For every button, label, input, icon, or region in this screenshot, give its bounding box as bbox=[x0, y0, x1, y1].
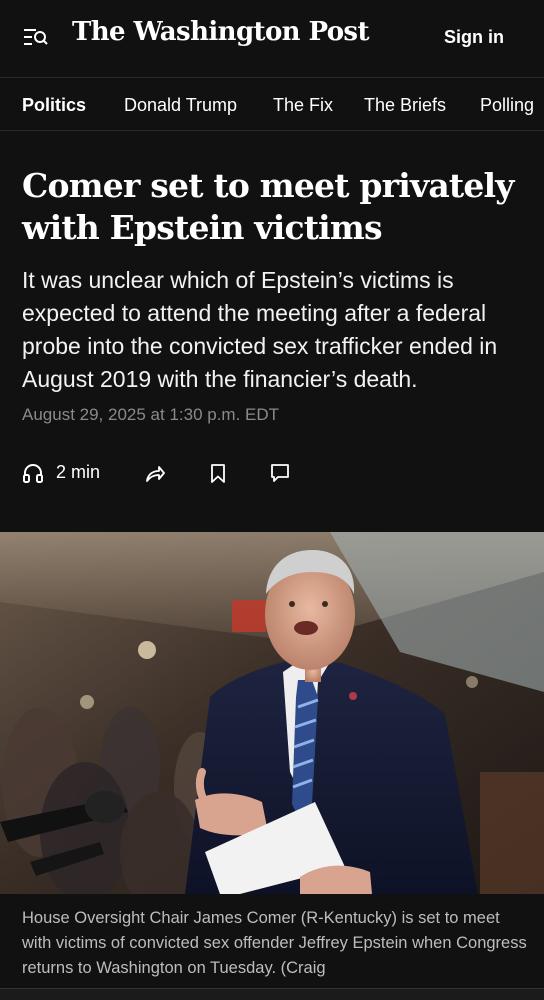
article-dek: It was unclear which of Epstein’s victim… bbox=[22, 267, 498, 392]
article-actions: 2 min bbox=[22, 458, 322, 490]
site-logo[interactable]: The Washington Post bbox=[72, 17, 369, 47]
nav-item-donald-trump[interactable]: Donald Trump bbox=[124, 95, 237, 116]
share-icon[interactable] bbox=[144, 462, 166, 489]
site-header: The Washington Post Sign in bbox=[0, 0, 544, 78]
lead-photo bbox=[0, 532, 544, 894]
photo-caption: House Oversight Chair James Comer (R-Ken… bbox=[22, 909, 527, 977]
menu-search-icon[interactable] bbox=[22, 26, 50, 48]
comment-icon[interactable] bbox=[269, 462, 291, 489]
listen-duration[interactable]: 2 min bbox=[56, 462, 100, 483]
sign-in-button[interactable]: Sign in bbox=[444, 27, 504, 48]
nav-item-polling[interactable]: Polling bbox=[480, 95, 534, 116]
headline-line-2: with Epstein victims bbox=[22, 208, 383, 247]
bottom-bar bbox=[0, 988, 544, 1000]
nav-item-the-briefs[interactable]: The Briefs bbox=[364, 95, 446, 116]
nav-item-politics[interactable]: Politics bbox=[22, 95, 86, 116]
article-headline: Comer set to meet privately with Epstein… bbox=[22, 165, 522, 249]
headline-line-1: Comer set to meet privately bbox=[22, 166, 514, 205]
section-nav: Politics Donald Trump The Fix The Briefs… bbox=[0, 79, 544, 131]
headphones-icon[interactable] bbox=[22, 462, 44, 489]
nav-item-the-fix[interactable]: The Fix bbox=[273, 95, 333, 116]
bookmark-icon[interactable] bbox=[207, 462, 229, 489]
publish-date: August 29, 2025 at 1:30 p.m. EDT bbox=[22, 405, 280, 424]
